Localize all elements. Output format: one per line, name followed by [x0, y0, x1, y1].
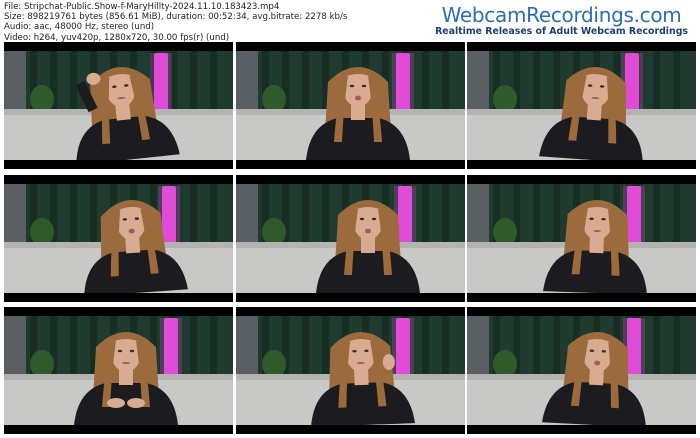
letterbox-top	[4, 42, 233, 51]
video-frame	[467, 174, 696, 302]
thumbnail-grid	[4, 42, 696, 434]
brand-tagline: Realtime Releases of Adult Webcam Record…	[435, 26, 688, 37]
letterbox-top	[467, 42, 696, 51]
hand	[107, 398, 125, 408]
letterbox-bottom	[467, 160, 696, 169]
letterbox-top	[235, 307, 465, 316]
letterbox-top	[467, 174, 696, 184]
letterbox-bottom	[4, 292, 233, 302]
letterbox-top	[467, 307, 696, 316]
thumbnail-4[interactable]	[4, 174, 233, 302]
size-line: Size: 898219761 bytes (856.61 MiB), dura…	[4, 12, 348, 23]
letterbox-bottom	[4, 160, 233, 169]
thumbnail-6[interactable]	[467, 174, 696, 302]
video-frame	[235, 42, 465, 169]
plant	[493, 85, 517, 113]
plant	[30, 350, 54, 378]
video-frame	[467, 42, 696, 169]
letterbox-top	[4, 174, 233, 184]
file-name-line: File: Stripchat-Public.Show-f-MaryHillty…	[4, 2, 280, 12]
video-frame	[4, 307, 233, 434]
video-frame	[235, 307, 465, 434]
letterbox-bottom	[467, 292, 696, 302]
brand-name: WebcamRecordings.com	[441, 3, 682, 27]
audio-line: Audio: aac, 48000 Hz, stereo (und)	[4, 22, 155, 33]
thumbnail-3[interactable]	[467, 42, 696, 169]
plant	[493, 350, 517, 378]
thumbnail-9[interactable]	[467, 307, 696, 434]
video-frame	[4, 42, 233, 169]
file-info: File: Stripchat-Public.Show-f-MaryHillty…	[4, 2, 347, 43]
plant	[261, 217, 286, 246]
thumbnail-1[interactable]	[4, 42, 233, 169]
plant	[261, 350, 286, 378]
letterbox-bottom	[235, 292, 465, 302]
letterbox-bottom	[235, 425, 465, 434]
thumbnail-5[interactable]	[235, 174, 465, 302]
thumbnail-7[interactable]	[4, 307, 233, 434]
video-frame	[235, 174, 465, 302]
letterbox-bottom	[235, 160, 465, 169]
thumbnail-2[interactable]	[235, 42, 465, 169]
hand	[127, 398, 145, 408]
watermark-logo: WebcamRecordings.com Realtime Releases o…	[435, 4, 688, 38]
letterbox-bottom	[467, 425, 696, 434]
plant	[30, 217, 54, 246]
thumbnail-8[interactable]	[235, 307, 465, 434]
letterbox-top	[235, 174, 465, 184]
plant	[493, 217, 517, 246]
video-frame	[467, 307, 696, 434]
letterbox-top	[4, 307, 233, 316]
video-frame	[4, 174, 233, 302]
plant	[261, 85, 286, 113]
plant	[30, 85, 54, 113]
letterbox-top	[235, 42, 465, 51]
letterbox-bottom	[4, 425, 233, 434]
